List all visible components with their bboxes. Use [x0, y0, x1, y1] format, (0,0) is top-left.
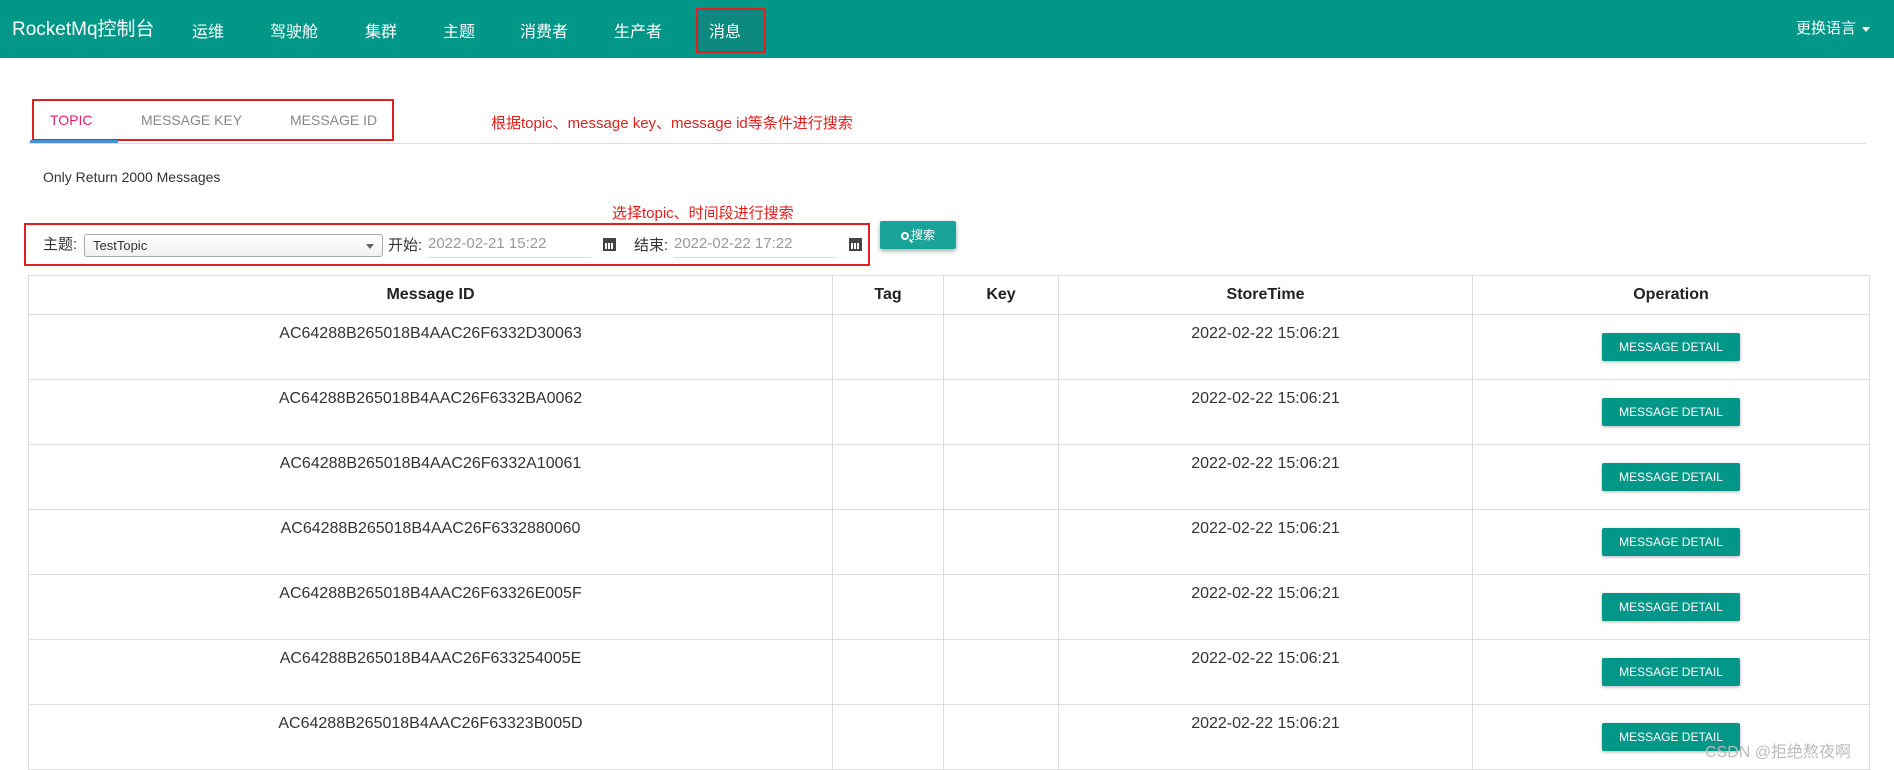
key-cell: [943, 314, 1059, 380]
message-id-cell: AC64288B265018B4AAC26F6332A10061: [28, 444, 833, 510]
operation-cell: MESSAGE DETAIL: [1472, 314, 1870, 380]
start-label: 开始:: [388, 237, 423, 254]
key-cell: [943, 704, 1059, 770]
info-text: Only Return 2000 Messages: [43, 169, 221, 185]
topic-select[interactable]: TestTopic: [84, 234, 383, 257]
nav-item-message[interactable]: 消息: [709, 18, 741, 42]
language-switch[interactable]: 更换语言: [1796, 17, 1870, 38]
key-cell: [943, 639, 1059, 705]
chevron-down-icon: [366, 244, 374, 249]
key-cell: [943, 509, 1059, 575]
table-row: AC64288B265018B4AAC26F6332880060 2022-02…: [28, 509, 1870, 575]
message-detail-button[interactable]: MESSAGE DETAIL: [1602, 658, 1740, 686]
nav-item-cluster[interactable]: 集群: [365, 18, 397, 42]
table-row: AC64288B265018B4AAC26F63323B005D 2022-02…: [28, 704, 1870, 770]
tag-cell: [832, 444, 944, 510]
tag-cell: [832, 314, 944, 380]
table-header-row: Message ID Tag Key StoreTime Operation: [28, 275, 1870, 315]
key-cell: [943, 379, 1059, 445]
topic-select-value: TestTopic: [93, 238, 148, 253]
column-header-tag: Tag: [832, 275, 944, 315]
message-detail-button[interactable]: MESSAGE DETAIL: [1602, 528, 1740, 556]
tab-message-id[interactable]: MESSAGE ID: [290, 112, 377, 128]
tag-cell: [832, 704, 944, 770]
nav-item-consumer[interactable]: 消费者: [520, 18, 568, 42]
message-table: Message ID Tag Key StoreTime Operation A…: [28, 275, 1870, 770]
chevron-down-icon: [1862, 26, 1870, 32]
message-detail-button[interactable]: MESSAGE DETAIL: [1602, 333, 1740, 361]
store-time-cell: 2022-02-22 15:06:21: [1058, 639, 1473, 705]
table-row: AC64288B265018B4AAC26F6332A10061 2022-02…: [28, 444, 1870, 510]
table-row: AC64288B265018B4AAC26F6332BA0062 2022-02…: [28, 379, 1870, 445]
tag-cell: [832, 574, 944, 640]
language-label: 更换语言: [1795, 20, 1856, 37]
column-header-message-id: Message ID: [28, 275, 833, 315]
nav-item-topic[interactable]: 主题: [443, 18, 475, 42]
tag-cell: [832, 379, 944, 445]
key-cell: [943, 444, 1059, 510]
app-brand[interactable]: RocketMq控制台: [12, 14, 155, 41]
operation-cell: MESSAGE DETAIL: [1472, 639, 1870, 705]
message-id-cell: AC64288B265018B4AAC26F63326E005F: [28, 574, 833, 640]
table-row: AC64288B265018B4AAC26F63326E005F 2022-02…: [28, 574, 1870, 640]
store-time-cell: 2022-02-22 15:06:21: [1058, 509, 1473, 575]
column-header-key: Key: [943, 275, 1059, 315]
tag-cell: [832, 509, 944, 575]
search-button-label: 搜索: [910, 228, 935, 242]
nav-item-dashboard[interactable]: 驾驶舱: [270, 18, 318, 42]
message-id-cell: AC64288B265018B4AAC26F6332BA0062: [28, 379, 833, 445]
watermark: CSDN @拒绝熬夜啊: [1705, 744, 1852, 761]
message-id-cell: AC64288B265018B4AAC26F633254005E: [28, 639, 833, 705]
message-detail-button[interactable]: MESSAGE DETAIL: [1602, 398, 1740, 426]
operation-cell: MESSAGE DETAIL: [1472, 574, 1870, 640]
end-label: 结束:: [634, 237, 669, 254]
operation-cell: MESSAGE DETAIL: [1472, 509, 1870, 575]
message-id-cell: AC64288B265018B4AAC26F63323B005D: [28, 704, 833, 770]
topic-label: 主题:: [43, 236, 78, 253]
calendar-icon[interactable]: [849, 238, 862, 251]
search-icon: [900, 232, 909, 240]
store-time-cell: 2022-02-22 15:06:21: [1058, 574, 1473, 640]
tag-cell: [832, 639, 944, 705]
store-time-cell: 2022-02-22 15:06:21: [1058, 379, 1473, 445]
calendar-icon[interactable]: [603, 238, 616, 251]
column-header-store-time: StoreTime: [1058, 275, 1473, 315]
start-date-input[interactable]: [428, 230, 591, 258]
operation-cell: MESSAGE DETAIL: [1472, 379, 1870, 445]
tab-topic[interactable]: TOPIC: [50, 112, 93, 128]
tab-message-key[interactable]: MESSAGE KEY: [141, 112, 242, 128]
nav-item-producer[interactable]: 生产者: [614, 18, 662, 42]
message-id-cell: AC64288B265018B4AAC26F6332880060: [28, 509, 833, 575]
store-time-cell: 2022-02-22 15:06:21: [1058, 704, 1473, 770]
search-button[interactable]: 搜索: [880, 221, 956, 249]
key-cell: [943, 574, 1059, 640]
column-header-operation: Operation: [1472, 275, 1870, 315]
end-date-input[interactable]: [674, 230, 837, 258]
message-detail-button[interactable]: MESSAGE DETAIL: [1602, 593, 1740, 621]
table-row: AC64288B265018B4AAC26F6332D30063 2022-02…: [28, 314, 1870, 380]
store-time-cell: 2022-02-22 15:06:21: [1058, 314, 1473, 380]
tabs-annotation: 根据topic、message key、message id等条件进行搜索: [491, 115, 853, 132]
message-detail-button[interactable]: MESSAGE DETAIL: [1602, 463, 1740, 491]
operation-cell: MESSAGE DETAIL: [1472, 444, 1870, 510]
nav-item-ops[interactable]: 运维: [192, 18, 224, 42]
top-navbar: RocketMq控制台 运维 驾驶舱 集群 主题 消费者 生产者 消息 更换语言: [0, 0, 1894, 58]
filter-annotation: 选择topic、时间段进行搜索: [612, 205, 794, 222]
message-id-cell: AC64288B265018B4AAC26F6332D30063: [28, 314, 833, 380]
tabs-divider: [28, 143, 1866, 144]
store-time-cell: 2022-02-22 15:06:21: [1058, 444, 1473, 510]
table-row: AC64288B265018B4AAC26F633254005E 2022-02…: [28, 639, 1870, 705]
